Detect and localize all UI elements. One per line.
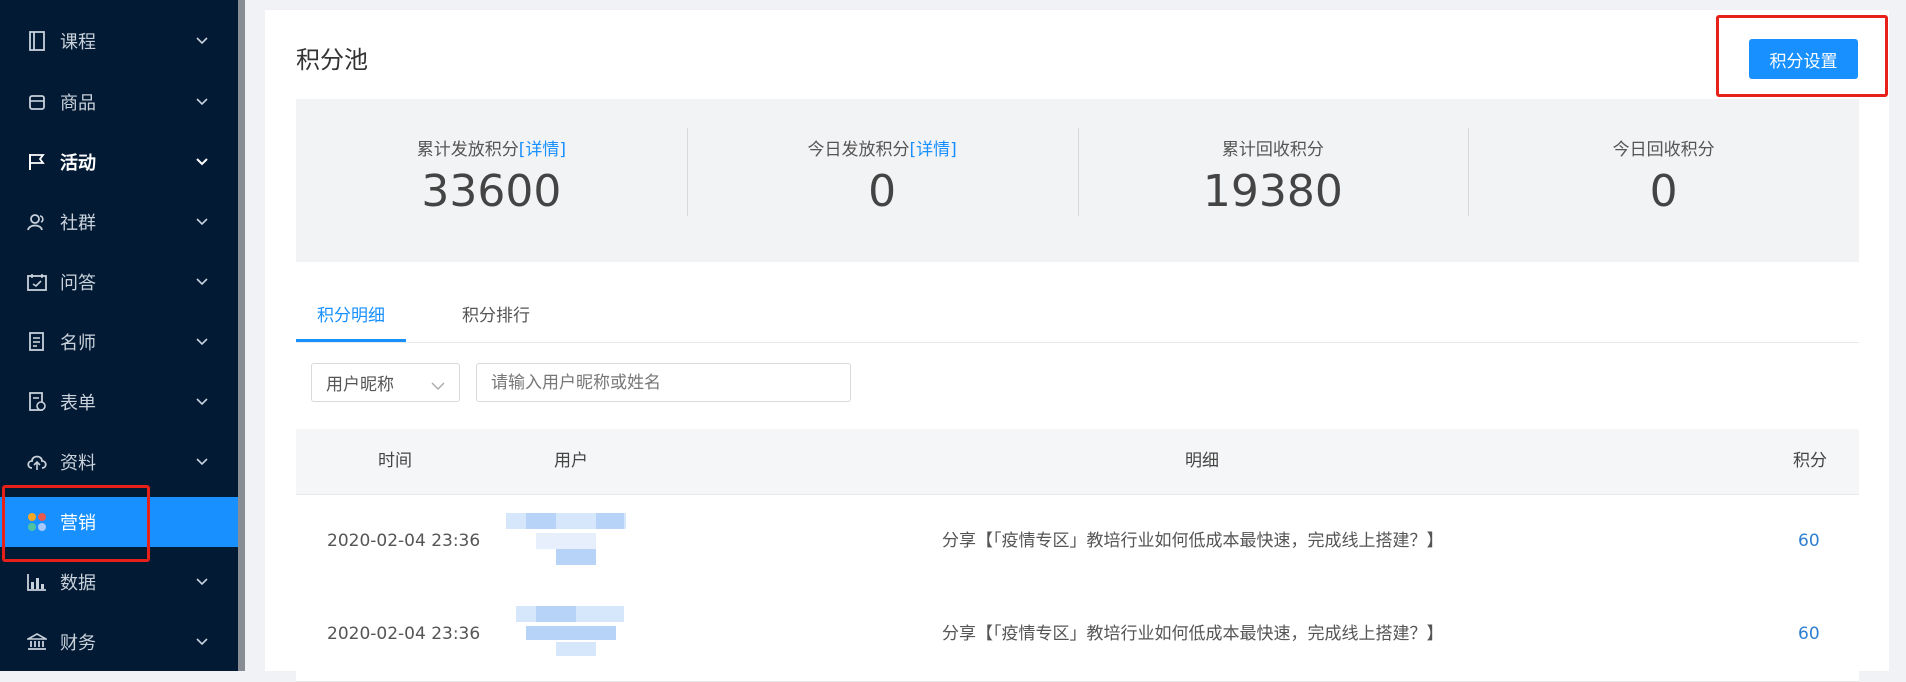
- sidebar-item-label: 财务: [60, 633, 96, 654]
- sidebar-item-qa[interactable]: 问答: [0, 257, 238, 307]
- chevron-down-icon: [196, 156, 208, 168]
- sidebar-item-activity[interactable]: 活动: [0, 137, 238, 187]
- tab-bar: 积分明细 积分排行: [296, 296, 1859, 343]
- chevron-down-icon: [196, 216, 208, 228]
- chevron-down-icon: [196, 636, 208, 648]
- cell-detail: 分享【「疫情专区」教培行业如何低成本最快速，完成线上搭建？】: [942, 531, 1444, 551]
- chevron-down-icon: [196, 576, 208, 588]
- cell-time: 2020-02-04 23:36: [327, 624, 481, 644]
- chevron-down-icon: [196, 276, 208, 288]
- highlight-box-marketing: [2, 485, 150, 562]
- sidebar-item-label: 商品: [60, 93, 96, 114]
- teacher-icon: [26, 331, 48, 353]
- book-icon: [26, 30, 48, 52]
- sidebar-item-label: 表单: [60, 393, 96, 414]
- stat-value: 33600: [421, 166, 562, 217]
- chart-icon: [26, 571, 48, 593]
- sidebar-item-label: 社群: [60, 213, 96, 234]
- table-row: 2020-02-04 23:36 分享【「疫情专区」教培行业如何低成本最快速，完…: [296, 588, 1859, 682]
- cell-time: 2020-02-04 23:36: [327, 531, 481, 551]
- sidebar-item-label: 数据: [60, 573, 96, 594]
- cloud-upload-icon: [26, 451, 48, 473]
- stat-today-issued: 今日发放积分[详情] 0: [686, 99, 1078, 262]
- sidebar-item-teacher[interactable]: 名师: [0, 317, 238, 367]
- sidebar-item-label: 课程: [60, 32, 96, 53]
- column-header-points: 积分: [1793, 451, 1827, 471]
- chevron-down-icon: [196, 336, 208, 348]
- stat-value: 0: [1649, 166, 1678, 217]
- flag-icon: [26, 151, 48, 173]
- sidebar-item-community[interactable]: 社群: [0, 197, 238, 247]
- sidebar-item-form[interactable]: 表单: [0, 377, 238, 427]
- column-header-detail: 明细: [1185, 451, 1219, 471]
- stat-total-issued: 累计发放积分[详情] 33600: [296, 99, 687, 262]
- stat-label: 今日回收积分: [1612, 140, 1715, 160]
- sidebar-item-label: 活动: [60, 153, 96, 174]
- chevron-down-icon: [196, 35, 208, 47]
- chevron-down-icon: [431, 376, 445, 396]
- box-icon: [26, 91, 48, 113]
- stat-label: 累计发放积分: [416, 140, 519, 160]
- stats-panel: 累计发放积分[详情] 33600 今日发放积分[详情] 0 累计回收积分 193…: [296, 99, 1859, 262]
- table-row: 2020-02-04 23:36 分享【「疫情专区」教培行业如何低成本最快速，完…: [296, 495, 1859, 589]
- details-link[interactable]: [详情]: [909, 140, 956, 160]
- search-input[interactable]: [476, 363, 851, 402]
- cell-points: 60: [1798, 624, 1820, 644]
- users-icon: [26, 211, 48, 233]
- sidebar-item-data[interactable]: 数据: [0, 557, 238, 607]
- tab-points-detail[interactable]: 积分明细: [296, 296, 406, 342]
- sidebar-item-goods[interactable]: 商品: [0, 77, 238, 127]
- form-icon: [26, 391, 48, 413]
- chevron-down-icon: [196, 456, 208, 468]
- bank-icon: [26, 631, 48, 653]
- sidebar-item-finance[interactable]: 财务: [0, 617, 238, 667]
- search-field-select[interactable]: 用户昵称: [311, 363, 460, 402]
- sidebar-item-resources[interactable]: 资料: [0, 437, 238, 487]
- avatar-blurred: [506, 513, 626, 565]
- stat-value: 19380: [1202, 166, 1343, 217]
- chevron-down-icon: [196, 96, 208, 108]
- table-header: 时间 用户 明细 积分: [296, 429, 1859, 495]
- highlight-box-settings: [1716, 15, 1888, 97]
- cell-points: 60: [1798, 531, 1820, 551]
- stat-label: 今日发放积分: [807, 140, 910, 160]
- page-title: 积分池: [296, 46, 368, 74]
- details-link[interactable]: [详情]: [519, 140, 566, 160]
- sidebar: 课程 商品 活动 社群 问答 名师 表单 资料 营销 数据 财务: [0, 0, 238, 671]
- stat-today-recovered: 今日回收积分 0: [1468, 99, 1859, 262]
- column-header-user: 用户: [554, 451, 588, 471]
- stat-total-recovered: 累计回收积分 19380: [1077, 99, 1469, 262]
- qa-icon: [26, 271, 48, 293]
- stat-label: 累计回收积分: [1221, 140, 1324, 160]
- sidebar-item-course[interactable]: 课程: [0, 16, 238, 66]
- column-header-time: 时间: [378, 451, 412, 471]
- avatar-blurred: [506, 606, 626, 656]
- cell-detail: 分享【「疫情专区」教培行业如何低成本最快速，完成线上搭建？】: [942, 624, 1444, 644]
- stat-value: 0: [868, 166, 897, 217]
- sidebar-item-label: 问答: [60, 273, 96, 294]
- sidebar-item-label: 资料: [60, 453, 96, 474]
- select-value: 用户昵称: [326, 375, 394, 395]
- tab-points-ranking[interactable]: 积分排行: [446, 296, 546, 342]
- sidebar-item-label: 名师: [60, 333, 96, 354]
- sidebar-scroll-divider: [238, 0, 245, 671]
- chevron-down-icon: [196, 396, 208, 408]
